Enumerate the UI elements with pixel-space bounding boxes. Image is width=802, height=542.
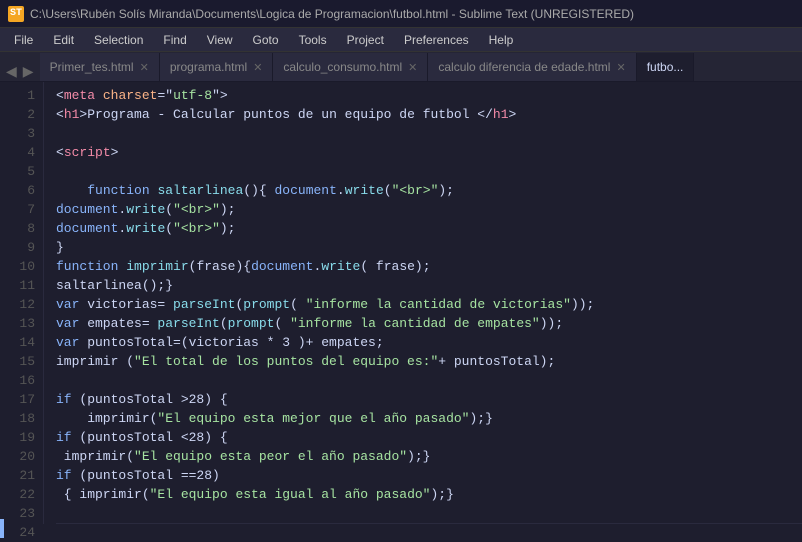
tab-calculo-consumo-label: calculo_consumo.html: [283, 60, 402, 74]
code-line-13: var empates= parseInt(prompt( "informe l…: [56, 314, 802, 333]
menu-find[interactable]: Find: [153, 31, 196, 49]
linenum-4: 4: [4, 143, 35, 162]
linenum-3: 3: [4, 124, 35, 143]
tab-calculo-edade[interactable]: calculo diferencia de edade.html ✕: [428, 53, 636, 81]
linenum-15: 15: [4, 352, 35, 371]
linenum-19: 19: [4, 428, 35, 447]
linenum-16: 16: [4, 371, 35, 390]
linenum-6: 6: [4, 181, 35, 200]
menu-edit[interactable]: Edit: [43, 31, 84, 49]
linenum-18: 18: [4, 409, 35, 428]
code-line-12: var victorias= parseInt(prompt( "informe…: [56, 295, 802, 314]
code-line-15: imprimir ("El total de los puntos del eq…: [56, 352, 802, 371]
menu-help[interactable]: Help: [479, 31, 524, 49]
linenum-22: 22: [4, 485, 35, 504]
tab-prev-arrow[interactable]: ◀: [4, 64, 19, 81]
tab-programa-close[interactable]: ✕: [253, 61, 262, 74]
menu-file[interactable]: File: [4, 31, 43, 49]
editor: 1 2 3 4 5 6 7 8 9 10 11 12 13 14 15 16 1…: [0, 82, 802, 524]
code-line-7: document.write("<br>");: [56, 200, 802, 219]
tab-calculo-edade-label: calculo diferencia de edade.html: [438, 60, 610, 74]
code-line-14: var puntosTotal=(victorias * 3 )+ empate…: [56, 333, 802, 352]
linenum-2: 2: [4, 105, 35, 124]
tab-calculo-consumo-close[interactable]: ✕: [408, 61, 417, 74]
tab-futbol-label: futbo...: [647, 60, 684, 74]
code-line-23: [56, 504, 802, 523]
tab-programa[interactable]: programa.html ✕: [160, 53, 274, 81]
tab-bar: ◀ ▶ Primer_tes.html ✕ programa.html ✕ ca…: [0, 52, 802, 82]
linenum-9: 9: [4, 238, 35, 257]
menu-preferences[interactable]: Preferences: [394, 31, 479, 49]
code-line-4: <script>: [56, 143, 802, 162]
code-line-17: if (puntosTotal >28) {: [56, 390, 802, 409]
app-icon: ST: [8, 6, 24, 22]
menu-bar: File Edit Selection Find View Goto Tools…: [0, 28, 802, 52]
linenum-11: 11: [4, 276, 35, 295]
code-line-19: if (puntosTotal <28) {: [56, 428, 802, 447]
tab-programa-label: programa.html: [170, 60, 247, 74]
menu-view[interactable]: View: [197, 31, 243, 49]
menu-goto[interactable]: Goto: [243, 31, 289, 49]
linenum-17: 17: [4, 390, 35, 409]
linenum-12: 12: [4, 295, 35, 314]
menu-project[interactable]: Project: [337, 31, 394, 49]
code-line-8: document.write("<br>");: [56, 219, 802, 238]
linenum-1: 1: [4, 86, 35, 105]
code-line-3: [56, 124, 802, 143]
linenum-13: 13: [4, 314, 35, 333]
linenum-8: 8: [4, 219, 35, 238]
code-line-11: saltarlinea();}: [56, 276, 802, 295]
tab-nav-arrows: ◀ ▶: [0, 64, 40, 81]
code-line-1: <meta charset="utf-8">: [56, 86, 802, 105]
code-line-2: <h1>Programa - Calcular puntos de un equ…: [56, 105, 802, 124]
code-line-20: imprimir("El equipo esta peor el año pas…: [56, 447, 802, 466]
linenum-23: 23: [4, 504, 35, 523]
tab-next-arrow[interactable]: ▶: [21, 64, 36, 81]
tab-primer-close[interactable]: ✕: [140, 61, 149, 74]
title-bar-text: C:\Users\Rubén Solís Miranda\Documents\L…: [30, 7, 634, 21]
code-line-21: if (puntosTotal ==28): [56, 466, 802, 485]
linenum-20: 20: [4, 447, 35, 466]
code-line-6: function saltarlinea(){ document.write("…: [56, 181, 802, 200]
title-bar: ST C:\Users\Rubén Solís Miranda\Document…: [0, 0, 802, 28]
code-line-5: [56, 162, 802, 181]
linenum-10: 10: [4, 257, 35, 276]
tab-calculo-consumo[interactable]: calculo_consumo.html ✕: [273, 53, 428, 81]
code-line-18: imprimir("El equipo esta mejor que el añ…: [56, 409, 802, 428]
menu-selection[interactable]: Selection: [84, 31, 153, 49]
code-line-9: }: [56, 238, 802, 257]
tab-primer-label: Primer_tes.html: [50, 60, 134, 74]
linenum-7: 7: [4, 200, 35, 219]
code-line-22: { imprimir("El equipo esta igual al año …: [56, 485, 802, 504]
code-editor[interactable]: <meta charset="utf-8"> <h1>Programa - Ca…: [44, 82, 802, 524]
tab-primer[interactable]: Primer_tes.html ✕: [40, 53, 160, 81]
linenum-21: 21: [4, 466, 35, 485]
linenum-24: 24: [4, 523, 35, 542]
menu-tools[interactable]: Tools: [289, 31, 337, 49]
line-numbers: 1 2 3 4 5 6 7 8 9 10 11 12 13 14 15 16 1…: [4, 82, 44, 524]
tab-futbol[interactable]: futbo...: [637, 53, 695, 81]
code-line-16: [56, 371, 802, 390]
linenum-5: 5: [4, 162, 35, 181]
tab-calculo-edade-close[interactable]: ✕: [616, 61, 625, 74]
code-line-10: function imprimir(frase){document.write(…: [56, 257, 802, 276]
linenum-14: 14: [4, 333, 35, 352]
